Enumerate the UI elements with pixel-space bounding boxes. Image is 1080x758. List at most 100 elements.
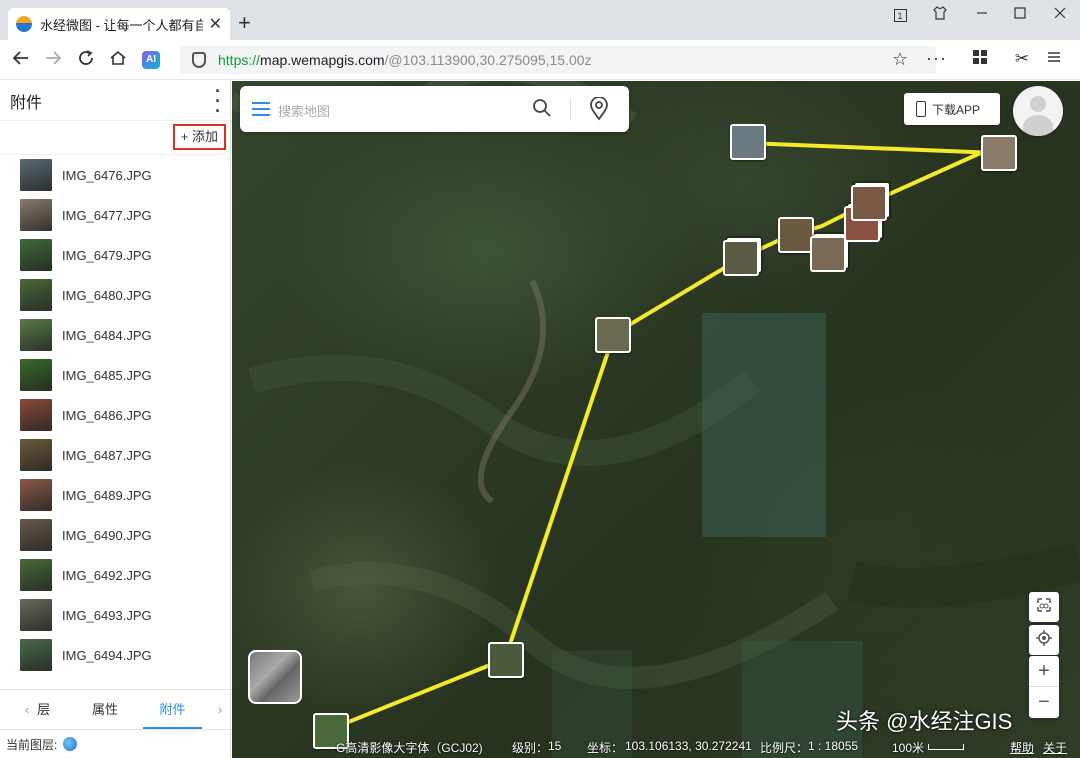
status-coord-label: 坐标： [587,741,624,755]
back-icon[interactable] [10,49,32,71]
photo-marker[interactable] [730,124,766,160]
attachment-item[interactable]: IMG_6493.JPG [0,595,230,635]
close-tab-icon[interactable]: ✕ [209,14,222,34]
home-icon[interactable] [107,49,129,71]
attachment-item[interactable]: IMG_6477.JPG [0,195,230,235]
tabs-scroll-left-icon[interactable]: ‹ [25,702,29,717]
url-protocol: https:// [218,52,261,68]
attachment-thumbnail [20,519,52,551]
track-line-segment [747,141,997,155]
attachment-item[interactable]: IMG_6486.JPG [0,395,230,435]
scale-bar [928,744,964,750]
measure-tool-icon[interactable] [1029,592,1059,622]
status-coord-value: 103.106133, 30.272241 [625,739,752,753]
url-host: map.wemapgis.com [260,52,385,68]
attachment-sidebar: 附件 · · · + 添加 IMG_6476.JPG IMG_6477.JPG IMG_… [0,81,231,758]
minimize-icon[interactable] [968,6,996,22]
attachment-item[interactable]: IMG_6487.JPG [0,435,230,475]
browser-menu-icon[interactable] [1042,49,1066,69]
search-divider [570,98,571,120]
menu-hamburger-icon[interactable] [252,102,270,116]
status-level-value: 15 [548,739,562,753]
apps-grid-icon[interactable] [968,49,992,70]
status-layer-name: G高清影像大字体（GCJ02) [336,741,483,755]
locate-me-icon[interactable] [1029,625,1059,655]
current-layer-label: 当前图层: [6,737,58,752]
globe-layer-icon[interactable] [63,737,78,751]
attachment-filename: IMG_6476.JPG [62,167,152,183]
location-pin-icon[interactable] [589,96,609,126]
maximize-icon[interactable] [1006,6,1034,22]
attachment-thumbnail [20,599,52,631]
attachment-filename: IMG_6489.JPG [62,487,152,503]
attachment-item[interactable]: IMG_6489.JPG [0,475,230,515]
tab-layers[interactable]: ‹ 层 [0,690,75,730]
attachment-thumbnail [20,399,52,431]
attachment-item[interactable]: IMG_6492.JPG [0,555,230,595]
map-canvas[interactable] [232,81,1080,758]
attachment-filename: IMG_6487.JPG [62,447,152,463]
browser-tab[interactable]: 水经微图 - 让每一个人都有自 ✕ [8,8,230,40]
attachment-thumbnail [20,159,52,191]
status-scale-value: 1 : 18055 [808,739,859,753]
attachment-thumbnail [20,279,52,311]
window-close-icon[interactable] [1046,6,1074,22]
attachment-item[interactable]: IMG_6484.JPG [0,315,230,355]
address-bar[interactable]: https:// map.wemapgis.com /@103.113900,3… [180,46,936,74]
photo-marker[interactable] [778,217,814,253]
tab-count-icon[interactable]: 1 [886,6,914,22]
user-avatar[interactable] [1013,86,1063,136]
photo-marker-stack[interactable] [851,185,887,221]
help-link[interactable]: 帮助 [1010,739,1034,756]
current-layer-footer: 当前图层: [0,729,230,758]
download-app-button[interactable]: 下载APP [904,93,1000,125]
attachment-thumbnail [20,359,52,391]
attachment-item[interactable]: IMG_6494.JPG [0,635,230,675]
bookmark-star-icon[interactable]: ☆ [892,49,908,70]
add-row: + 添加 [0,121,230,155]
tabs-scroll-right-icon[interactable]: › [210,690,230,730]
attachment-item[interactable]: IMG_6490.JPG [0,515,230,555]
map-imagery [232,81,1080,758]
attachment-item[interactable]: IMG_6476.JPG [0,155,230,195]
watermark-text: 头条 @水经注GIS [836,709,1013,734]
site-info-shield-icon[interactable] [192,52,206,68]
add-attachment-button[interactable]: + 添加 [172,124,226,150]
search-icon[interactable] [532,98,552,123]
reload-icon[interactable] [75,49,97,71]
zoom-controls: + − [1029,656,1059,718]
zoom-in-button[interactable]: + [1029,656,1059,687]
search-input[interactable]: 搜索地图 [278,101,330,120]
attachment-item[interactable]: IMG_6480.JPG [0,275,230,315]
photo-marker[interactable] [488,642,524,678]
attachment-item[interactable]: IMG_6479.JPG [0,235,230,275]
attachment-thumbnail [20,439,52,471]
attachment-thumbnail [20,319,52,351]
attachment-filename: IMG_6485.JPG [62,367,152,383]
attachment-thumbnail [20,199,52,231]
forward-icon[interactable] [42,49,64,71]
map-search-box: 搜索地图 [240,86,629,132]
phone-icon [916,101,926,117]
attachment-item[interactable]: IMG_6485.JPG [0,355,230,395]
photo-marker-stack[interactable] [810,236,846,272]
attachment-list[interactable]: IMG_6476.JPG IMG_6477.JPG IMG_6479.JPG IMG_… [0,155,230,689]
attachment-thumbnail [20,479,52,511]
zoom-out-button[interactable]: − [1029,687,1059,718]
ai-extension-icon[interactable]: AI [142,51,160,69]
new-tab-button[interactable]: + [238,12,251,34]
tab-properties[interactable]: 属性 [75,690,135,730]
photo-marker[interactable] [595,317,631,353]
photo-marker[interactable] [981,135,1017,171]
photo-marker-stack[interactable] [723,240,759,276]
sidebar-more-icon[interactable]: · · · [206,82,230,120]
attachment-filename: IMG_6486.JPG [62,407,152,423]
about-link[interactable]: 关于 [1043,739,1067,756]
more-dots-icon[interactable]: ··· [926,48,947,69]
status-scale-label: 比例尺： [760,741,809,755]
skin-icon[interactable] [926,6,954,23]
browser-tabbar: 水经微图 - 让每一个人都有自 ✕ + 1 [0,0,1080,40]
basemap-switch-button[interactable] [248,650,302,704]
screenshot-scissors-icon[interactable]: ✂ [1010,49,1034,69]
tab-attachments[interactable]: 附件 [135,690,210,730]
